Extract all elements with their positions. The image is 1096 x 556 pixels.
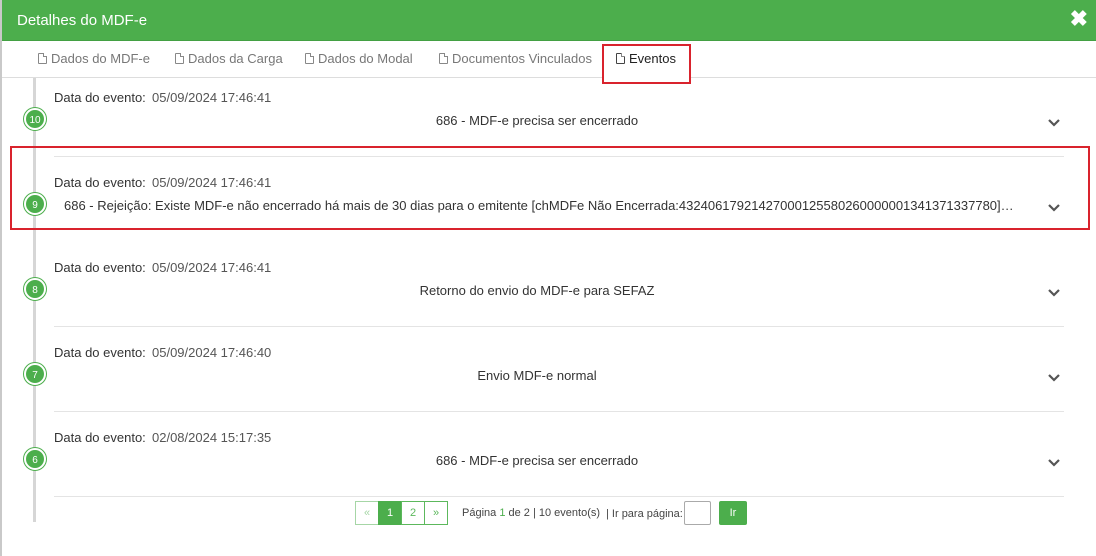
tab-label: Dados da Carga [188, 51, 283, 66]
pagination-page-1[interactable]: 1 [378, 501, 402, 525]
event-separator [54, 326, 1064, 327]
event-date: 05/09/2024 17:46:41 [152, 90, 272, 105]
pagination-info-total: de 2 | 10 evento(s) [508, 507, 601, 519]
goto-page-label: | Ir para página: [606, 508, 683, 520]
event-item: Data do evento: 05/09/2024 17:46:41 8 Re… [2, 248, 1096, 333]
event-separator [54, 496, 1064, 497]
event-item: Data do evento: 02/08/2024 15:17:35 6 68… [2, 418, 1096, 503]
event-number-badge: 7 [24, 363, 46, 385]
tab-dados-modal[interactable]: Dados do Modal [305, 51, 413, 66]
chevron-down-icon[interactable] [1047, 116, 1061, 130]
pagination-current-page: 1 [499, 507, 506, 519]
pagination: « 1 2 » [355, 501, 448, 525]
tab-bar: Dados do MDF-e Dados da Carga Dados do M… [2, 41, 1096, 78]
event-separator [54, 411, 1064, 412]
tab-documentos-vinculados[interactable]: Documentos Vinculados [439, 51, 592, 66]
tab-eventos[interactable]: Eventos [616, 51, 676, 66]
event-item: Data do evento: 05/09/2024 17:46:40 7 En… [2, 333, 1096, 418]
event-date-label: Data do evento: [54, 90, 146, 105]
event-number-badge: 10 [24, 108, 46, 130]
highlighted-event-box [10, 146, 1090, 230]
document-icon [38, 53, 47, 64]
modal-title: Detalhes do MDF-e [17, 12, 148, 29]
event-description: Retorno do envio do MDF-e para SEFAZ [419, 283, 655, 298]
event-description: Envio MDF-e normal [477, 368, 597, 383]
document-icon [175, 53, 184, 64]
pagination-page-2[interactable]: 2 [401, 501, 425, 525]
event-date-label: Data do evento: [54, 345, 146, 360]
tab-label: Eventos [629, 51, 676, 66]
event-date-label: Data do evento: [54, 430, 146, 445]
tab-dados-mdfe[interactable]: Dados do MDF-e [38, 51, 150, 66]
event-date: 05/09/2024 17:46:40 [152, 345, 272, 360]
event-number-badge: 6 [24, 448, 46, 470]
mdfe-details-modal: Detalhes do MDF-e ✖ Dados do MDF-e Dados… [0, 0, 1096, 556]
event-description: 686 - MDF-e precisa ser encerrado [435, 113, 639, 128]
event-description: 686 - MDF-e precisa ser encerrado [435, 453, 639, 468]
chevron-down-icon[interactable] [1047, 456, 1061, 470]
pagination-next-button[interactable]: » [424, 501, 448, 525]
pagination-prev-button[interactable]: « [355, 501, 379, 525]
event-date: 05/09/2024 17:46:41 [152, 260, 272, 275]
chevron-down-icon[interactable] [1047, 286, 1061, 300]
document-icon [305, 53, 314, 64]
pagination-info: Página 1 de 2 | 10 evento(s) [462, 507, 600, 519]
event-number-badge: 8 [24, 278, 46, 300]
document-icon [439, 53, 448, 64]
tab-label: Dados do MDF-e [51, 51, 150, 66]
pagination-info-prefix: Página [462, 507, 497, 519]
chevron-down-icon[interactable] [1047, 371, 1061, 385]
tab-label: Documentos Vinculados [452, 51, 592, 66]
modal-header: Detalhes do MDF-e ✖ [2, 0, 1096, 41]
goto-page-button[interactable]: Ir [719, 501, 747, 525]
event-date: 02/08/2024 15:17:35 [152, 430, 272, 445]
tab-dados-carga[interactable]: Dados da Carga [175, 51, 283, 66]
tab-label: Dados do Modal [318, 51, 413, 66]
goto-page-input[interactable] [684, 501, 711, 525]
event-date-label: Data do evento: [54, 260, 146, 275]
close-icon[interactable]: ✖ [1070, 7, 1088, 31]
document-icon [616, 53, 625, 64]
